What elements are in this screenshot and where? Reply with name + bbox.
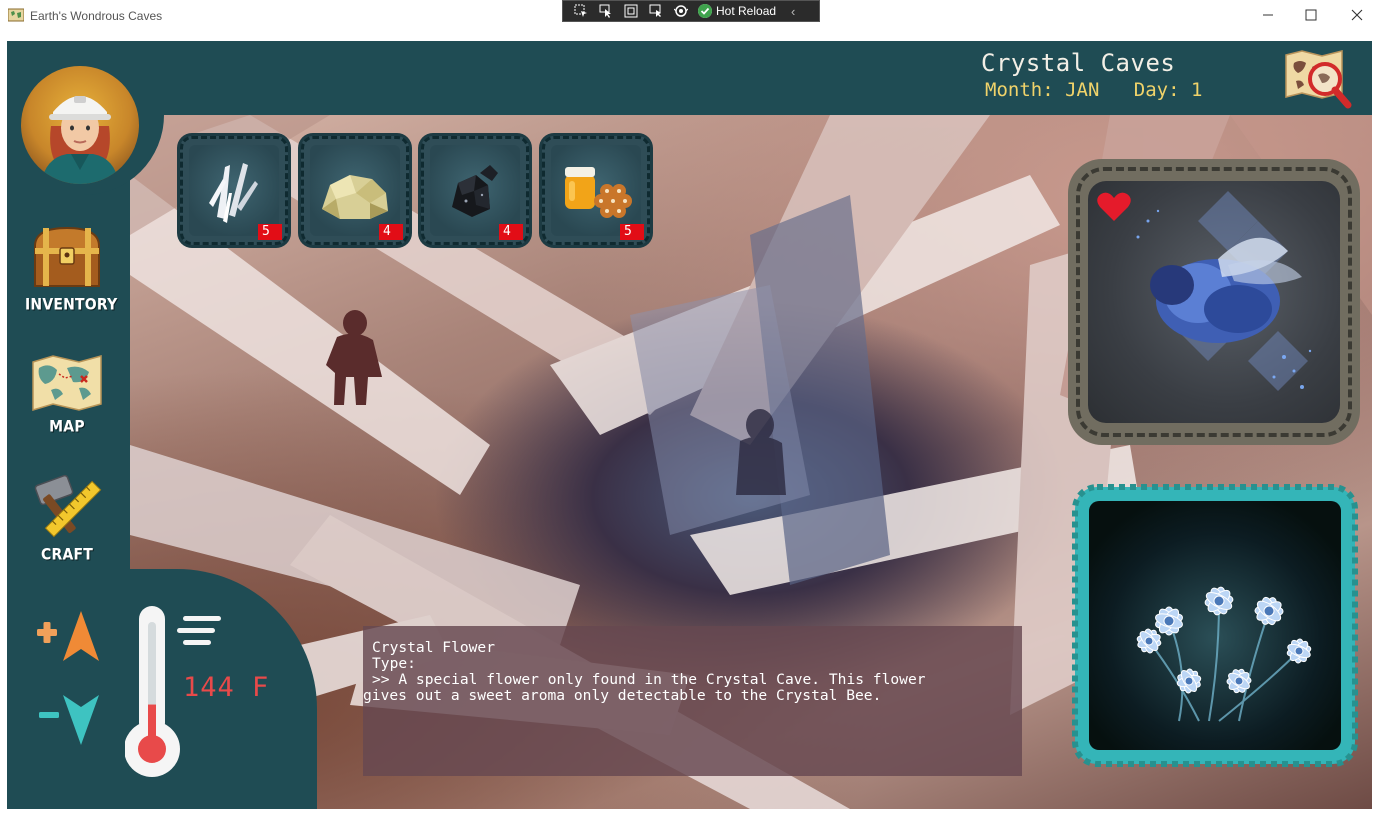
minus-down-arrow-icon <box>39 695 99 745</box>
globe-search-icon <box>1285 50 1352 109</box>
window-titlebar: Earth's Wondrous Caves Hot Reload ‹ <box>0 0 1380 32</box>
inventory-button[interactable]: INVENTORY <box>25 224 118 315</box>
crystal-flower-icon <box>1072 484 1358 767</box>
date-display: Month: JAN Day: 1 <box>985 79 1202 101</box>
resource-slot-quartz[interactable]: 5 <box>180 136 288 245</box>
resource-count: 4 <box>499 224 523 240</box>
craft-button[interactable]: CRAFT <box>25 474 109 565</box>
honey-and-honeycomb-icon <box>565 167 632 218</box>
dialog-description-line2: gives out a sweet aroma only detectable … <box>363 687 882 704</box>
dialog-title: Crystal Flower <box>372 639 496 656</box>
temperature-value: 144 <box>183 672 235 703</box>
month-label: Month: <box>985 79 1054 101</box>
resource-slot-honey[interactable]: 5 <box>542 136 650 245</box>
resource-slot-coal[interactable]: 4 <box>421 136 529 245</box>
treasure-chest-icon <box>34 226 100 287</box>
plus-up-arrow-icon <box>37 611 99 661</box>
resource-count: 5 <box>258 224 282 240</box>
temperature-increase-button[interactable] <box>35 609 101 665</box>
day-value: 1 <box>1190 79 1203 101</box>
map-button[interactable]: MAP <box>25 354 109 437</box>
resource-count: 5 <box>620 224 644 240</box>
maximize-icon[interactable] <box>1301 5 1321 25</box>
item-description-dialog: Crystal Flower Type: >> A special flower o… <box>363 626 1022 776</box>
temperature-readout: 144 F <box>183 672 269 703</box>
world-map-search-button[interactable] <box>1282 47 1354 111</box>
crystal-flower-card[interactable] <box>1069 481 1361 770</box>
hot-reload-indicator[interactable]: Hot Reload <box>698 4 776 18</box>
binding-failures-icon[interactable] <box>673 4 689 18</box>
craft-label: CRAFT <box>40 545 93 565</box>
collapse-chevron-icon[interactable]: ‹ <box>791 4 795 19</box>
xaml-debug-toolbar: Hot Reload ‹ <box>562 0 820 22</box>
explorer-portrait-icon <box>41 96 119 184</box>
hammer-ruler-icon <box>34 474 102 538</box>
coal-ore-icon <box>452 165 498 217</box>
hot-reload-check-icon <box>698 4 712 18</box>
select-element-icon[interactable] <box>573 4 589 18</box>
temperature-decrease-button[interactable] <box>35 687 101 747</box>
resource-count: 4 <box>379 224 403 240</box>
dialog-text: Crystal Flower Type: >> A special flower o… <box>363 640 1022 704</box>
day-label: Day: <box>1133 79 1180 101</box>
explorer-avatar[interactable] <box>21 66 139 184</box>
map-label: MAP <box>49 417 85 437</box>
resource-slot-sulfur[interactable]: 4 <box>301 136 409 245</box>
sulfur-rock-icon <box>322 175 388 219</box>
layout-adorner-icon[interactable] <box>623 4 639 18</box>
map-icon <box>32 355 102 412</box>
temperature-unit: F <box>252 672 270 703</box>
month-value: JAN <box>1065 79 1100 101</box>
dialog-description-line1: >> A special flower only found in the Cr… <box>372 671 926 688</box>
header-bar <box>130 41 1372 115</box>
hot-reload-label: Hot Reload <box>716 4 777 18</box>
track-focus-icon[interactable] <box>648 4 664 18</box>
game-viewport: Crystal Caves Month: JAN Day: 1 INVENTOR… <box>7 41 1372 809</box>
minimize-icon[interactable] <box>1258 5 1278 25</box>
heart-icon[interactable] <box>1096 191 1132 223</box>
inspect-cursor-icon[interactable] <box>598 4 614 18</box>
quartz-crystal-icon <box>209 163 258 223</box>
window-title: Earth's Wondrous Caves <box>30 9 163 23</box>
close-icon[interactable] <box>1347 5 1367 25</box>
app-map-icon <box>8 8 24 22</box>
inventory-label: INVENTORY <box>25 295 118 315</box>
dialog-type: Type: <box>372 655 416 672</box>
location-title: Crystal Caves <box>981 49 1176 77</box>
